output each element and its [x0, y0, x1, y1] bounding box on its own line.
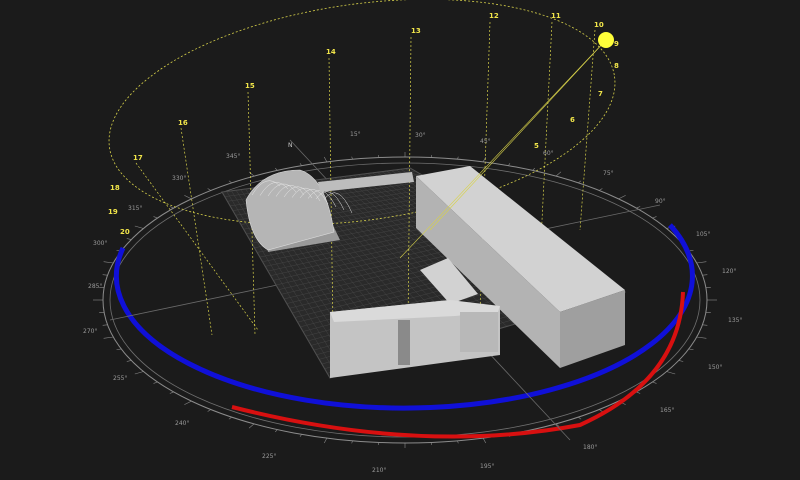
deg-label-75: 75°	[603, 170, 614, 177]
north-label: N	[288, 142, 293, 149]
hour-label-16: 16	[178, 119, 188, 127]
deg-label-345: 345°	[226, 153, 240, 160]
hour-label-15: 15	[245, 82, 255, 90]
deg-label-105: 105°	[696, 231, 710, 238]
deg-label-15: 15°	[350, 131, 361, 138]
deg-label-165: 165°	[660, 407, 674, 414]
deg-label-210: 210°	[372, 467, 386, 474]
deg-label-225: 225°	[262, 453, 276, 460]
deg-label-135: 135°	[728, 317, 742, 324]
hour-label-8: 8	[614, 62, 619, 70]
deg-label-315: 315°	[128, 205, 142, 212]
deg-label-45: 45°	[480, 138, 491, 145]
deg-label-120: 120°	[722, 268, 736, 275]
hour-label-10: 10	[594, 21, 604, 29]
hour-label-11: 11	[551, 12, 561, 20]
hour-label-14: 14	[326, 48, 336, 56]
deg-label-240: 240°	[175, 420, 189, 427]
hour-label-5: 5	[534, 142, 539, 150]
hour-label-17: 17	[133, 154, 143, 162]
deg-label-330: 330°	[172, 175, 186, 182]
sun-path-3d-view: 17 16 15 14 13 12 11 10 18 19 20 9 8 7 6…	[0, 0, 800, 480]
deg-label-255: 255°	[113, 375, 127, 382]
deg-label-90: 90°	[655, 198, 666, 205]
deg-label-300: 300°	[93, 240, 107, 247]
hour-label-12: 12	[489, 12, 499, 20]
hour-label-19: 19	[108, 208, 118, 216]
deg-label-270: 270°	[83, 328, 97, 335]
hour-label-6: 6	[570, 116, 575, 124]
sun-icon	[598, 32, 614, 48]
deg-label-30: 30°	[415, 132, 426, 139]
deg-label-60: 60°	[543, 150, 554, 157]
hour-label-13: 13	[411, 27, 421, 35]
hour-label-9: 9	[614, 40, 619, 48]
hour-label-7: 7	[598, 90, 603, 98]
hour-label-20: 20	[120, 228, 130, 236]
deg-label-195: 195°	[480, 463, 494, 470]
deg-label-180: 180°	[583, 444, 597, 451]
deg-label-150: 150°	[708, 364, 722, 371]
hour-label-18: 18	[110, 184, 120, 192]
deg-label-285: 285°	[88, 283, 102, 290]
